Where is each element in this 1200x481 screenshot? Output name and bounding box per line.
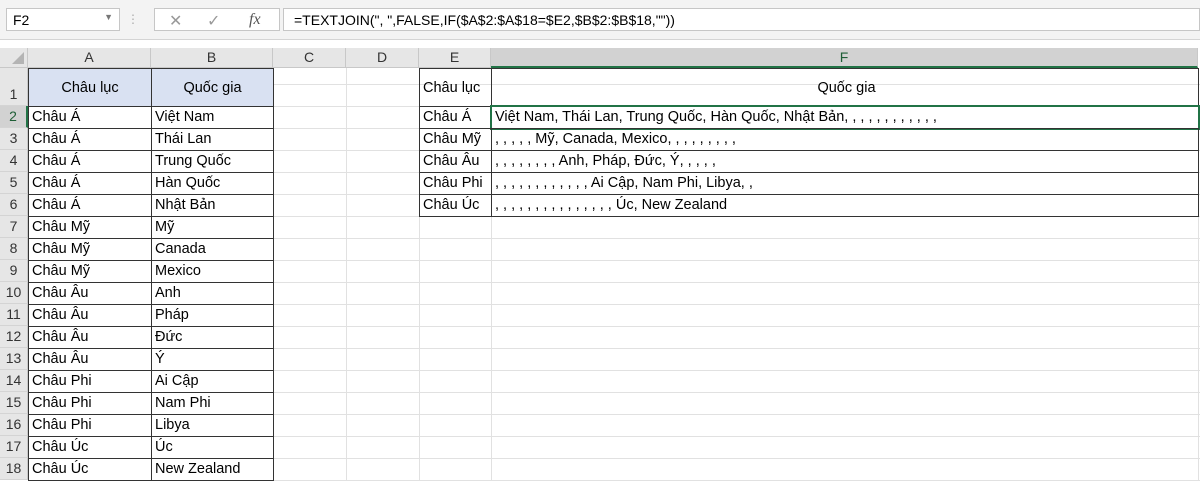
formula-input[interactable]: =TEXTJOIN(", ",FALSE,IF($A$2:$A$18=$E2,$… (283, 8, 1200, 31)
table1-cell[interactable]: Châu Á (28, 150, 152, 173)
table1-cell[interactable]: Châu Âu (28, 282, 152, 305)
row-header-18[interactable]: 18 (0, 458, 28, 480)
table2-cell[interactable]: , , , , , , , , Anh, Pháp, Đức, Ý, , , ,… (491, 150, 1199, 173)
table1-cell[interactable]: Châu Âu (28, 348, 152, 371)
column-header-D[interactable]: D (346, 48, 419, 68)
table2-cell[interactable]: , , , , , Mỹ, Canada, Mexico, , , , , , … (491, 128, 1199, 151)
active-cell[interactable]: Việt Nam, Thái Lan, Trung Quốc, Hàn Quốc… (490, 105, 1200, 130)
row-header-8[interactable]: 8 (0, 238, 28, 260)
table1-cell[interactable]: Châu Á (28, 172, 152, 195)
column-header-C[interactable]: C (273, 48, 346, 68)
table1-cell[interactable]: Đức (151, 326, 274, 349)
table2-header[interactable]: Châu lục (419, 68, 492, 107)
table2-cell[interactable]: Châu Úc (419, 194, 492, 217)
table1-cell[interactable]: Châu Úc (28, 436, 152, 459)
table2-header[interactable]: Quốc gia (491, 68, 1199, 107)
column-header-F[interactable]: F (491, 48, 1198, 68)
table1-header[interactable]: Châu lục (28, 68, 152, 107)
insert-function-icon[interactable]: fx (249, 11, 261, 29)
table1-cell[interactable]: Việt Nam (151, 106, 274, 129)
table1-cell[interactable]: Châu Âu (28, 304, 152, 327)
table2-cell[interactable]: Châu Á (419, 106, 492, 129)
row-header-1[interactable]: 1 (0, 68, 28, 106)
table1-cell[interactable]: Châu Mỹ (28, 238, 152, 261)
gridline (346, 68, 347, 481)
table2-cell[interactable]: Châu Âu (419, 150, 492, 173)
column-header-B[interactable]: B (151, 48, 273, 68)
row-header-2[interactable]: 2 (0, 106, 28, 128)
table1-cell[interactable]: Châu Á (28, 128, 152, 151)
table2-cell[interactable]: Châu Mỹ (419, 128, 492, 151)
table1-cell[interactable]: Ý (151, 348, 274, 371)
row-header-17[interactable]: 17 (0, 436, 28, 458)
table2-cell[interactable]: Châu Phi (419, 172, 492, 195)
table1-cell[interactable]: Pháp (151, 304, 274, 327)
table1-cell[interactable]: New Zealand (151, 458, 274, 481)
table1-cell[interactable]: Anh (151, 282, 274, 305)
row-header-14[interactable]: 14 (0, 370, 28, 392)
column-header-A[interactable]: A (28, 48, 151, 68)
chevron-down-icon[interactable]: ▼ (104, 12, 113, 22)
table1-cell[interactable]: Mỹ (151, 216, 274, 239)
select-all-button[interactable] (0, 48, 28, 68)
table1-cell[interactable]: Châu Phi (28, 414, 152, 437)
table1-cell[interactable]: Hàn Quốc (151, 172, 274, 195)
row-header-15[interactable]: 15 (0, 392, 28, 414)
name-box-value: F2 (13, 12, 30, 28)
row-header-6[interactable]: 6 (0, 194, 28, 216)
table1-cell[interactable]: Libya (151, 414, 274, 437)
table1-cell[interactable]: Châu Á (28, 194, 152, 217)
name-box[interactable]: F2 ▼ (6, 8, 120, 31)
row-header-12[interactable]: 12 (0, 326, 28, 348)
table1-cell[interactable]: Nam Phi (151, 392, 274, 415)
row-header-3[interactable]: 3 (0, 128, 28, 150)
table1-cell[interactable]: Thái Lan (151, 128, 274, 151)
row-header-9[interactable]: 9 (0, 260, 28, 282)
table1-cell[interactable]: Canada (151, 238, 274, 261)
table1-cell[interactable]: Mexico (151, 260, 274, 283)
table1-cell[interactable]: Châu Phi (28, 392, 152, 415)
enter-icon[interactable]: ✓ (207, 11, 220, 31)
table1-header[interactable]: Quốc gia (151, 68, 274, 107)
column-header-E[interactable]: E (419, 48, 491, 68)
table1-cell[interactable]: Nhật Bản (151, 194, 274, 217)
row-header-5[interactable]: 5 (0, 172, 28, 194)
table2-cell[interactable]: , , , , , , , , , , , , , , , Úc, New Ze… (491, 194, 1199, 217)
row-header-13[interactable]: 13 (0, 348, 28, 370)
row-header-16[interactable]: 16 (0, 414, 28, 436)
row-header-11[interactable]: 11 (0, 304, 28, 326)
table1-cell[interactable]: Châu Âu (28, 326, 152, 349)
table1-cell[interactable]: Châu Mỹ (28, 260, 152, 283)
table1-cell[interactable]: Châu Á (28, 106, 152, 129)
table1-cell[interactable]: Ai Cập (151, 370, 274, 393)
table1-cell[interactable]: Úc (151, 436, 274, 459)
formula-buttons: ✕ ✓ fx (154, 8, 280, 31)
table2-cell[interactable]: , , , , , , , , , , , , Ai Cập, Nam Phi,… (491, 172, 1199, 195)
row-header-10[interactable]: 10 (0, 282, 28, 304)
table1-cell[interactable]: Châu Úc (28, 458, 152, 481)
row-header-4[interactable]: 4 (0, 150, 28, 172)
table1-cell[interactable]: Châu Mỹ (28, 216, 152, 239)
row-header-7[interactable]: 7 (0, 216, 28, 238)
table1-cell[interactable]: Châu Phi (28, 370, 152, 393)
cancel-icon[interactable]: ✕ (169, 11, 182, 31)
grip-icon: ⋮ (127, 12, 139, 26)
table1-cell[interactable]: Trung Quốc (151, 150, 274, 173)
formula-bar-area: F2 ▼ ⋮ ✕ ✓ fx =TEXTJOIN(", ",FALSE,IF($A$… (0, 0, 1200, 40)
